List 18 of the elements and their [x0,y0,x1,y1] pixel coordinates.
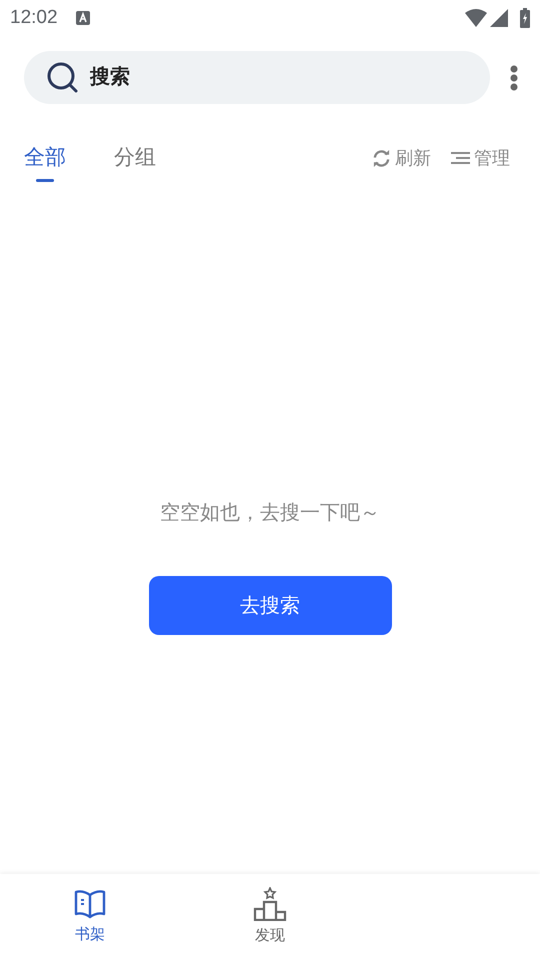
empty-message: 空空如也，去搜一下吧～ [160,501,380,526]
refresh-button[interactable]: 刷新 [372,144,431,172]
status-time: 12:02 [10,6,58,30]
podium-icon [253,886,287,921]
more-menu-icon[interactable] [510,64,518,90]
go-search-button[interactable]: 去搜索 [148,576,392,635]
signal-icon [490,9,508,27]
nav-tab[interactable]: 书架 [0,874,180,960]
wifi-icon [465,9,487,27]
notification-icon [76,11,90,25]
manage-button[interactable]: 管理 [451,144,510,172]
nav-tab[interactable]: 发现 [180,874,360,960]
refresh-icon [372,148,391,168]
battery-icon [520,8,530,28]
list-icon [451,151,470,165]
search-icon [47,62,78,93]
tab[interactable]: 分组 [114,138,156,178]
open-book-icon [73,888,107,920]
